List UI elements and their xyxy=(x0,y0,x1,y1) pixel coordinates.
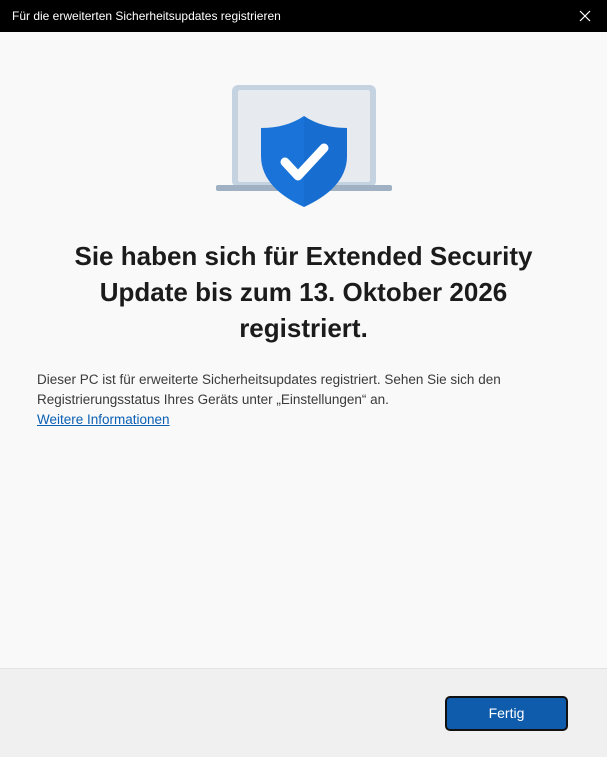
title-bar: Für die erweiterten Sicherheitsupdates r… xyxy=(0,0,607,32)
laptop-shield-check-icon xyxy=(216,84,392,208)
window-title: Für die erweiterten Sicherheitsupdates r… xyxy=(12,9,281,23)
registration-description: Dieser PC ist für erweiterte Sicherheits… xyxy=(37,372,501,407)
dialog-content: Sie haben sich für Extended Security Upd… xyxy=(0,32,607,668)
dialog-footer: Fertig xyxy=(0,668,607,757)
done-button[interactable]: Fertig xyxy=(445,696,568,731)
close-icon[interactable] xyxy=(575,6,595,26)
confirmation-headline: Sie haben sich für Extended Security Upd… xyxy=(74,241,533,343)
more-info-link[interactable]: Weitere Informationen xyxy=(37,410,170,430)
